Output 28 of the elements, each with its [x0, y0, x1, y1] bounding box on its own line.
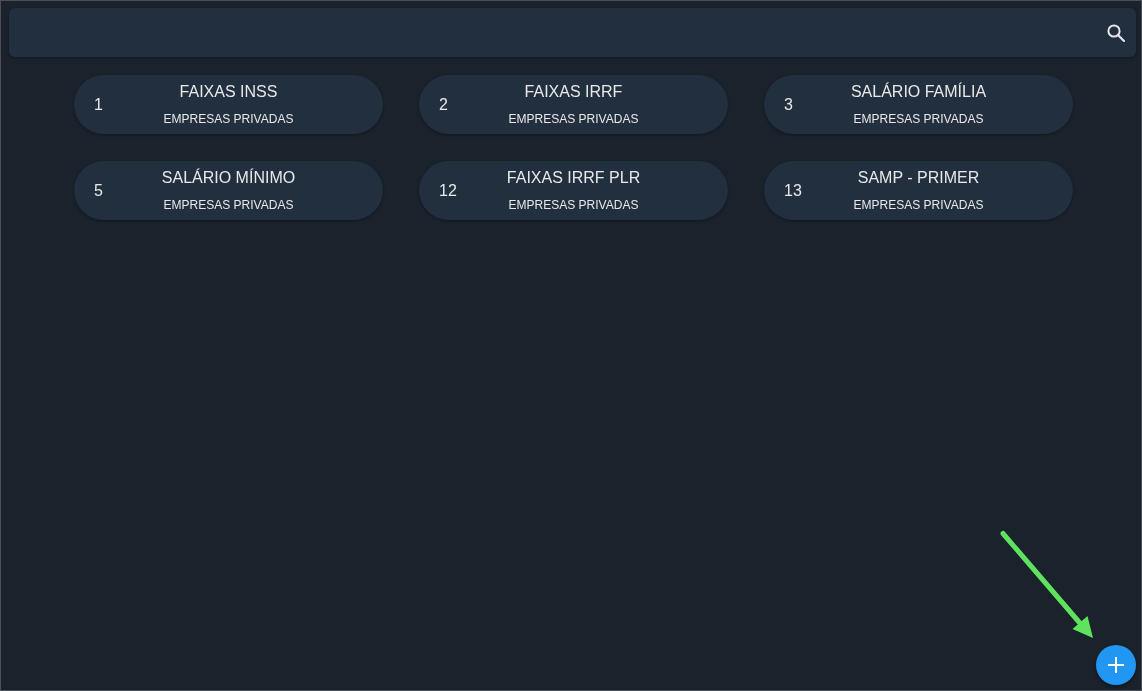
- list-card[interactable]: 13 SAMP - PRIMER EMPRESAS PRIVADAS: [764, 161, 1073, 220]
- list-card[interactable]: 3 SALÁRIO FAMÍLIA EMPRESAS PRIVADAS: [764, 75, 1073, 134]
- card-title: FAIXAS IRRF: [524, 83, 623, 101]
- card-title: SAMP - PRIMER: [857, 169, 980, 187]
- card-subtitle: EMPRESAS PRIVADAS: [163, 198, 294, 212]
- card-title: FAIXAS IRRF PLR: [506, 169, 641, 187]
- card-number: 2: [439, 95, 448, 114]
- card-subtitle: EMPRESAS PRIVADAS: [163, 112, 294, 126]
- add-button[interactable]: [1096, 645, 1136, 685]
- card-subtitle: EMPRESAS PRIVADAS: [508, 112, 639, 126]
- list-card[interactable]: 5 SALÁRIO MÍNIMO EMPRESAS PRIVADAS: [74, 161, 383, 220]
- search-field[interactable]: [9, 8, 1136, 57]
- card-title: SALÁRIO FAMÍLIA: [850, 83, 987, 101]
- list-card[interactable]: 2 FAIXAS IRRF EMPRESAS PRIVADAS: [419, 75, 728, 134]
- card-subtitle: EMPRESAS PRIVADAS: [508, 198, 639, 212]
- card-number: 13: [784, 181, 802, 200]
- list-card[interactable]: 1 FAIXAS INSS EMPRESAS PRIVADAS: [74, 75, 383, 134]
- card-number: 12: [439, 181, 457, 200]
- list-card[interactable]: 12 FAIXAS IRRF PLR EMPRESAS PRIVADAS: [419, 161, 728, 220]
- card-number: 5: [94, 181, 103, 200]
- card-title: SALÁRIO MÍNIMO: [161, 169, 296, 187]
- plus-icon: [1108, 657, 1124, 673]
- card-title: FAIXAS INSS: [179, 83, 278, 101]
- card-number: 3: [784, 95, 793, 114]
- card-subtitle: EMPRESAS PRIVADAS: [853, 198, 984, 212]
- search-icon[interactable]: [1107, 23, 1125, 42]
- card-subtitle: EMPRESAS PRIVADAS: [853, 112, 984, 126]
- card-number: 1: [94, 95, 103, 114]
